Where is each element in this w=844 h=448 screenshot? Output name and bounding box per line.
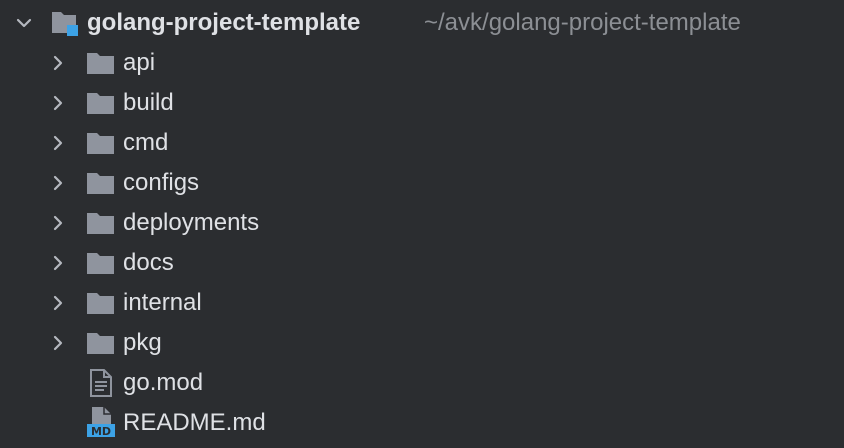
tree-row-folder[interactable]: cmd — [0, 123, 844, 163]
chevron-right-icon[interactable] — [48, 333, 68, 353]
folder-icon — [86, 88, 116, 118]
folder-icon — [86, 128, 116, 158]
tree-row-file[interactable]: MD README.md — [0, 403, 844, 443]
folder-label: api — [123, 49, 156, 76]
tree-row-project-root[interactable]: golang-project-template ~/avk/golang-pro… — [0, 3, 844, 43]
tree-row-folder[interactable]: docs — [0, 243, 844, 283]
file-label: README.md — [123, 409, 266, 436]
tree-row-folder[interactable]: internal — [0, 283, 844, 323]
folder-label: build — [123, 89, 174, 116]
svg-text:MD: MD — [91, 425, 111, 438]
project-name: golang-project-template — [87, 9, 361, 36]
folder-label: pkg — [123, 329, 162, 356]
folder-label: configs — [123, 169, 200, 196]
tree-row-folder[interactable]: api — [0, 43, 844, 83]
project-path: ~/avk/golang-project-template — [424, 9, 741, 36]
chevron-right-icon[interactable] — [48, 253, 68, 273]
chevron-right-icon[interactable] — [48, 293, 68, 313]
tree-row-folder[interactable]: pkg — [0, 323, 844, 363]
chevron-right-icon[interactable] — [48, 213, 68, 233]
project-tree: golang-project-template ~/avk/golang-pro… — [0, 0, 844, 448]
text-file-icon — [86, 368, 116, 398]
tree-row-folder[interactable]: build — [0, 83, 844, 123]
folder-icon — [86, 288, 116, 318]
project-folder-icon — [50, 8, 80, 38]
folder-icon — [86, 208, 116, 238]
tree-row-file[interactable]: go.mod — [0, 363, 844, 403]
tree-row-folder[interactable]: configs — [0, 163, 844, 203]
folder-icon — [86, 328, 116, 358]
folder-icon — [86, 48, 116, 78]
chevron-right-icon[interactable] — [48, 133, 68, 153]
folder-label: cmd — [123, 129, 169, 156]
chevron-right-icon[interactable] — [48, 53, 68, 73]
file-label: go.mod — [123, 369, 204, 396]
chevron-right-icon[interactable] — [48, 93, 68, 113]
chevron-right-icon[interactable] — [48, 173, 68, 193]
markdown-file-icon: MD — [86, 406, 116, 438]
folder-icon — [86, 248, 116, 278]
folder-label: internal — [123, 289, 202, 316]
tree-row-folder[interactable]: deployments — [0, 203, 844, 243]
chevron-down-icon[interactable] — [14, 13, 34, 33]
folder-label: deployments — [123, 209, 260, 236]
folder-icon — [86, 168, 116, 198]
folder-label: docs — [123, 249, 174, 276]
